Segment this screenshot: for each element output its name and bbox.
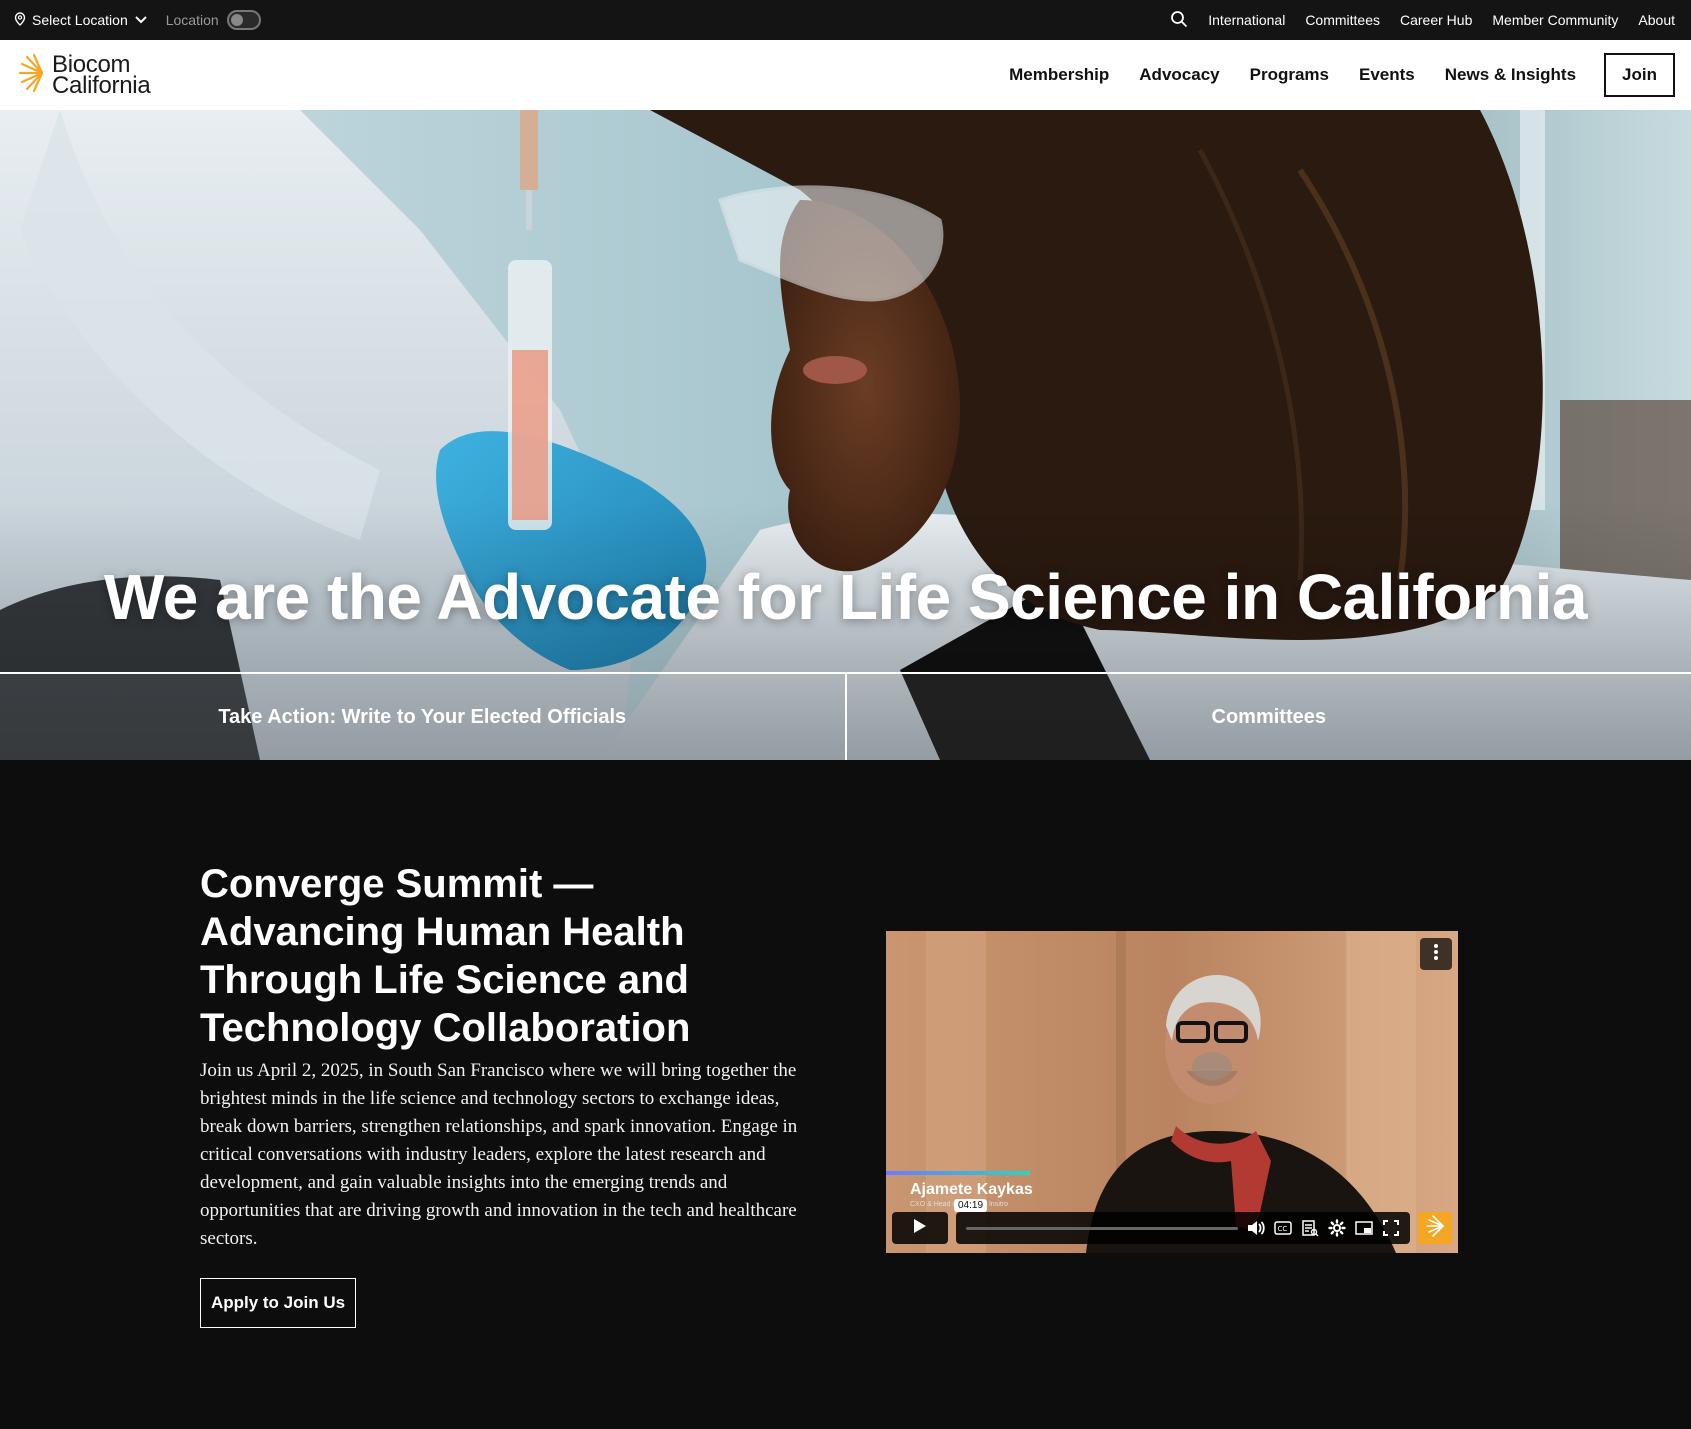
util-link-about[interactable]: About [1638,12,1675,28]
speaker-name: Ajamete Kaykas [910,1181,1033,1198]
nav-programs[interactable]: Programs [1250,65,1329,85]
util-link-career-hub[interactable]: Career Hub [1400,12,1472,28]
sunburst-badge-icon [1423,1214,1447,1243]
kebab-icon [1433,943,1439,966]
util-link-international[interactable]: International [1208,12,1285,28]
committees-link[interactable]: Committees [844,674,1691,760]
fullscreen-icon[interactable] [1382,1219,1400,1237]
main-header: Biocom California Membership Advocacy Pr… [0,40,1691,110]
location-toggle[interactable] [226,10,261,30]
closed-captions-icon[interactable]: CC [1274,1219,1292,1237]
more-options-button[interactable] [1420,938,1452,970]
video-player[interactable]: Ajamete Kaykas CXO & Head of Science, In… [886,931,1458,1253]
location-toggle-label: Location [165,12,219,28]
svg-text:CC: CC [1278,1225,1288,1233]
nav-events[interactable]: Events [1359,65,1415,85]
location-toggle-group: Location [166,10,261,30]
play-button[interactable] [892,1212,948,1244]
search-icon[interactable] [1170,10,1188,31]
seek-bar[interactable] [966,1226,1238,1230]
settings-gear-icon[interactable] [1328,1219,1346,1237]
select-location-label: Select Location [32,12,128,28]
apply-to-join-button[interactable]: Apply to Join Us [200,1278,356,1328]
logo-line-2: California [52,72,151,99]
chevron-down-icon [134,12,148,28]
sunburst-logo-icon [16,53,46,98]
transcript-icon[interactable] [1301,1219,1319,1237]
select-location-dropdown[interactable]: Select Location [14,11,148,29]
picture-in-picture-icon[interactable] [1355,1219,1373,1237]
main-nav: Membership Advocacy Programs Events News… [1009,53,1675,97]
nav-news-insights[interactable]: News & Insights [1445,65,1576,85]
map-pin-icon [14,11,26,29]
play-icon [913,1218,927,1239]
util-link-member-community[interactable]: Member Community [1492,12,1618,28]
util-link-committees[interactable]: Committees [1305,12,1380,28]
hero-action-bar: Take Action: Write to Your Elected Offic… [0,672,1691,760]
summit-description: Join us April 2, 2025, in South San Fran… [200,1060,798,1249]
hero-section: We are the Advocate for Life Science in … [0,110,1691,760]
volume-icon[interactable] [1247,1219,1265,1237]
hero-title: We are the Advocate for Life Science in … [104,561,1587,633]
hero-lab-photo [0,110,1691,760]
join-button[interactable]: Join [1604,53,1675,97]
summit-title: Converge Summit — Advancing Human Health… [200,862,691,1050]
control-bar: CC [956,1212,1410,1244]
nav-advocacy[interactable]: Advocacy [1139,65,1219,85]
utility-bar: Select Location Location International C… [0,0,1691,40]
biocom-logo[interactable]: Biocom California [16,53,151,99]
nav-membership[interactable]: Membership [1009,65,1109,85]
video-controls: CC [892,1211,1452,1245]
lower-third-accent [886,1171,1030,1175]
take-action-link[interactable]: Take Action: Write to Your Elected Offic… [0,674,845,760]
biocom-badge-button[interactable] [1418,1212,1452,1244]
